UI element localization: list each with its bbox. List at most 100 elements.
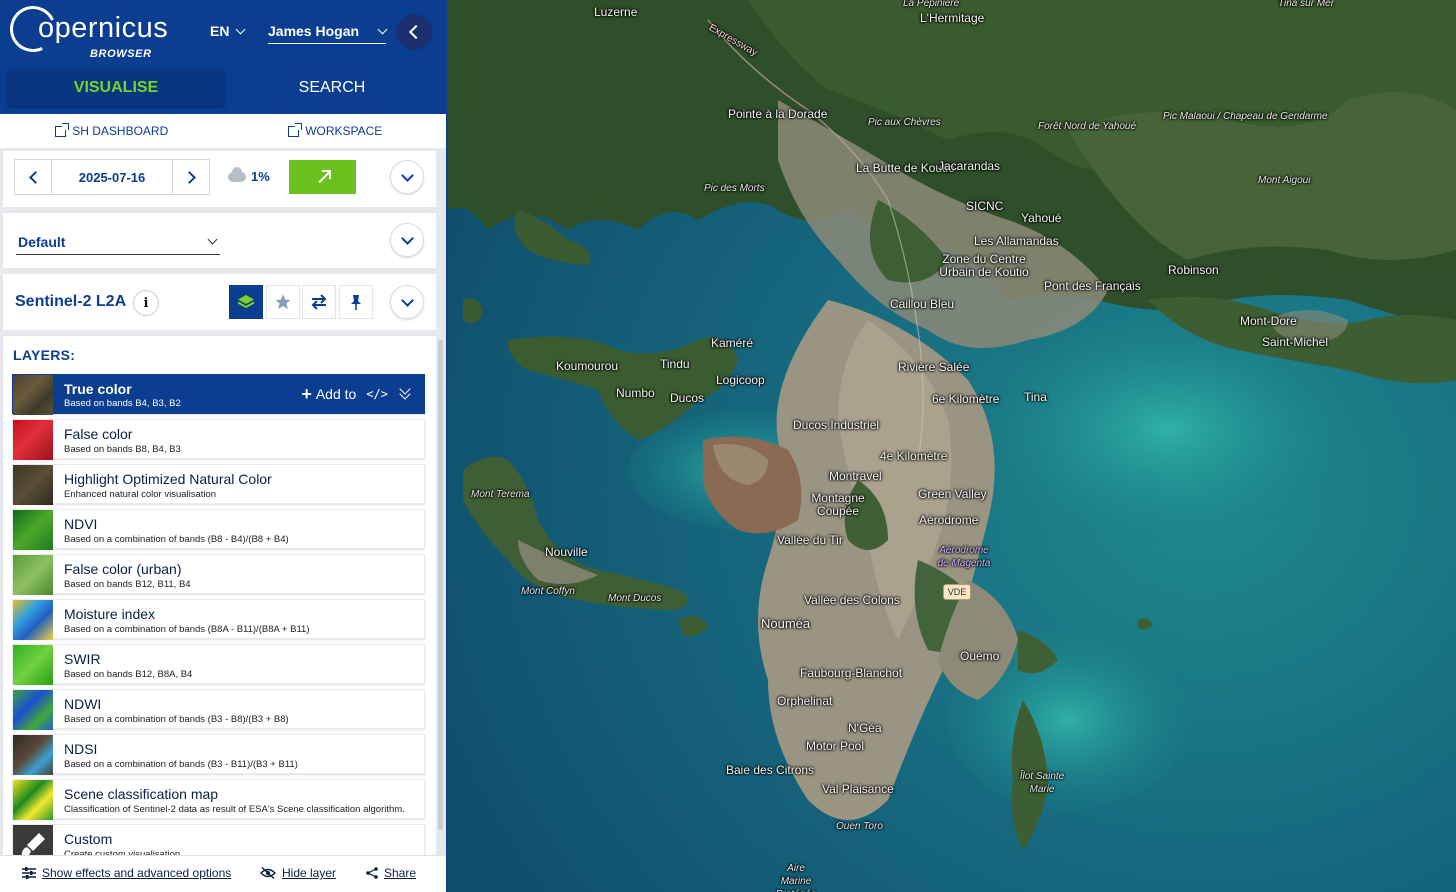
map-label: Yahoué (1021, 211, 1062, 225)
map-label: Faubourg-Blanchot (800, 666, 903, 680)
share-link[interactable]: Share (366, 866, 416, 880)
layer-thumbnail (13, 555, 53, 595)
tab-search[interactable]: SEARCH (224, 70, 440, 106)
hide-layer-label: Hide layer (282, 866, 337, 880)
tab-visualise[interactable]: VISUALISE (8, 70, 224, 106)
map-label: Pic des Morts (704, 183, 765, 194)
map-label: Vallée du Tir (777, 533, 843, 547)
layer-thumbnail (13, 690, 53, 730)
layer-list: True color Based on bands B4, B3, B2 + Add … (12, 374, 425, 869)
user-name: James Hogan (268, 23, 360, 39)
layer-item[interactable]: Moisture index Based on a combination of … (12, 599, 425, 640)
eye-slash-icon (260, 867, 276, 879)
layer-name: Custom (64, 831, 113, 847)
vde-marker[interactable]: VDE (943, 584, 971, 600)
workspace-link[interactable]: WORKSPACE (224, 114, 447, 148)
plus-icon: + (301, 384, 312, 404)
scrollbar-thumb[interactable] (438, 340, 443, 830)
theme-select[interactable]: Default (16, 229, 220, 255)
add-to-button[interactable]: + Add to (301, 384, 357, 404)
map-label: Aire Marine Protégée (776, 863, 817, 892)
language-selector[interactable]: EN (210, 23, 246, 39)
map-label: Numbo (616, 386, 655, 400)
date-panel-expand-button[interactable] (390, 160, 424, 194)
collection-panel: Sentinel-2 L2A i (3, 274, 436, 330)
theme-panel-expand-button[interactable] (390, 223, 424, 257)
previous-date-button[interactable] (15, 160, 51, 194)
layer-item[interactable]: False color Based on bands B8, B4, B3 (12, 419, 425, 460)
zoom-to-tile-button[interactable] (289, 160, 356, 194)
layer-thumbnail (13, 375, 53, 415)
layer-thumbnail (13, 510, 53, 550)
layer-item[interactable]: SWIR Based on bands B12, B8A, B4 (12, 644, 425, 685)
map-label: SICNC (966, 199, 1004, 213)
layer-thumbnail (13, 420, 53, 460)
next-date-button[interactable] (173, 160, 209, 194)
double-chevron-down-icon[interactable] (398, 383, 412, 401)
chevron-left-icon (408, 24, 424, 40)
map-label: Motor Pool (806, 739, 865, 753)
map-label: Vallée des Colons (804, 593, 900, 607)
layers-panel: LAYERS: True color Based on bands B4, B3,… (3, 336, 436, 865)
pin-button[interactable] (339, 285, 373, 319)
map-label: Ouémo (960, 649, 1000, 663)
logo-subtitle: BROWSER (90, 48, 152, 60)
layer-thumbnail (13, 645, 53, 685)
map-label: Pic Malaoui / Chapeau de Gendarme (1163, 111, 1328, 122)
map-label: Tindu (660, 357, 690, 371)
map-label: Tina sur Mer (1278, 0, 1335, 9)
map-label: Saint-Michel (1262, 335, 1329, 349)
map-view[interactable]: Luzerne L'Hermitage La Pépinière Tina su… (448, 0, 1456, 892)
top-bar: opernicus BROWSER EN James Hogan VISUALI… (0, 0, 446, 114)
map-label: Luzerne (594, 5, 638, 19)
layer-description: Based on bands B4, B3, B2 (64, 398, 181, 409)
map-label: Îlot Sainte Marie (1019, 771, 1065, 795)
layer-item[interactable]: True color Based on bands B4, B3, B2 + Add … (12, 374, 425, 415)
layer-item[interactable]: NDWI Based on a combination of bands (B3 … (12, 689, 425, 730)
map-label: Mont Terema (471, 489, 530, 500)
chevron-down-icon (207, 234, 218, 245)
map-label: Aérodrome (919, 513, 979, 527)
map-label: Pic aux Chèvres (868, 117, 941, 128)
hide-layer-link[interactable]: Hide layer (260, 866, 336, 880)
layers-scrollbar[interactable] (437, 336, 444, 856)
layers-tool-button[interactable] (229, 285, 263, 319)
layer-description: Classification of Sentinel-2 data as res… (64, 804, 405, 815)
add-to-label: Add to (315, 386, 357, 402)
collapse-sidebar-button[interactable] (396, 14, 432, 50)
info-button[interactable]: i (133, 290, 159, 316)
copernicus-logo[interactable]: opernicus BROWSER (3, 0, 168, 62)
layer-description: Based on bands B12, B8A, B4 (64, 669, 193, 680)
code-icon[interactable]: </> (366, 387, 388, 401)
favorite-button[interactable] (266, 285, 300, 319)
theme-select-value: Default (18, 233, 66, 250)
compare-button[interactable] (302, 285, 336, 319)
map-label: 6e Kilomètre (932, 392, 1000, 406)
sh-dashboard-link[interactable]: SH DASHBOARD (0, 114, 224, 148)
chevron-down-icon (377, 24, 388, 34)
map-label: Pointe à la Dorade (728, 107, 828, 121)
layers-icon (237, 295, 255, 309)
layer-item[interactable]: NDSI Based on a combination of bands (B3 … (12, 734, 425, 775)
layer-item[interactable]: Scene classification map Classification o… (12, 779, 425, 820)
layer-item[interactable]: Highlight Optimized Natural Color Enhance… (12, 464, 425, 505)
layer-name: Scene classification map (64, 786, 219, 802)
map-label: Montagne Coupée (811, 491, 865, 518)
workspace-label: WORKSPACE (305, 124, 383, 138)
layer-item[interactable]: NDVI Based on a combination of bands (B8 … (12, 509, 425, 550)
user-menu[interactable]: James Hogan (268, 23, 388, 44)
effects-options-link[interactable]: Show effects and advanced options (22, 866, 231, 880)
share-label: Share (384, 866, 417, 880)
collection-panel-expand-button[interactable] (390, 285, 424, 319)
chevron-right-icon (182, 170, 196, 184)
date-value[interactable]: 2025-07-16 (51, 160, 173, 194)
map-label: Nouméa (761, 616, 811, 631)
layer-name: Moisture index (64, 606, 156, 622)
layers-heading: LAYERS: (13, 347, 76, 363)
map-label: Robinson (1168, 263, 1219, 277)
layer-name: True color (64, 381, 132, 397)
layer-item[interactable]: False color (urban) Based on bands B12, B… (12, 554, 425, 595)
map-label: Nouville (545, 545, 588, 559)
layer-thumbnail (13, 465, 53, 505)
cloud-icon (228, 166, 246, 182)
